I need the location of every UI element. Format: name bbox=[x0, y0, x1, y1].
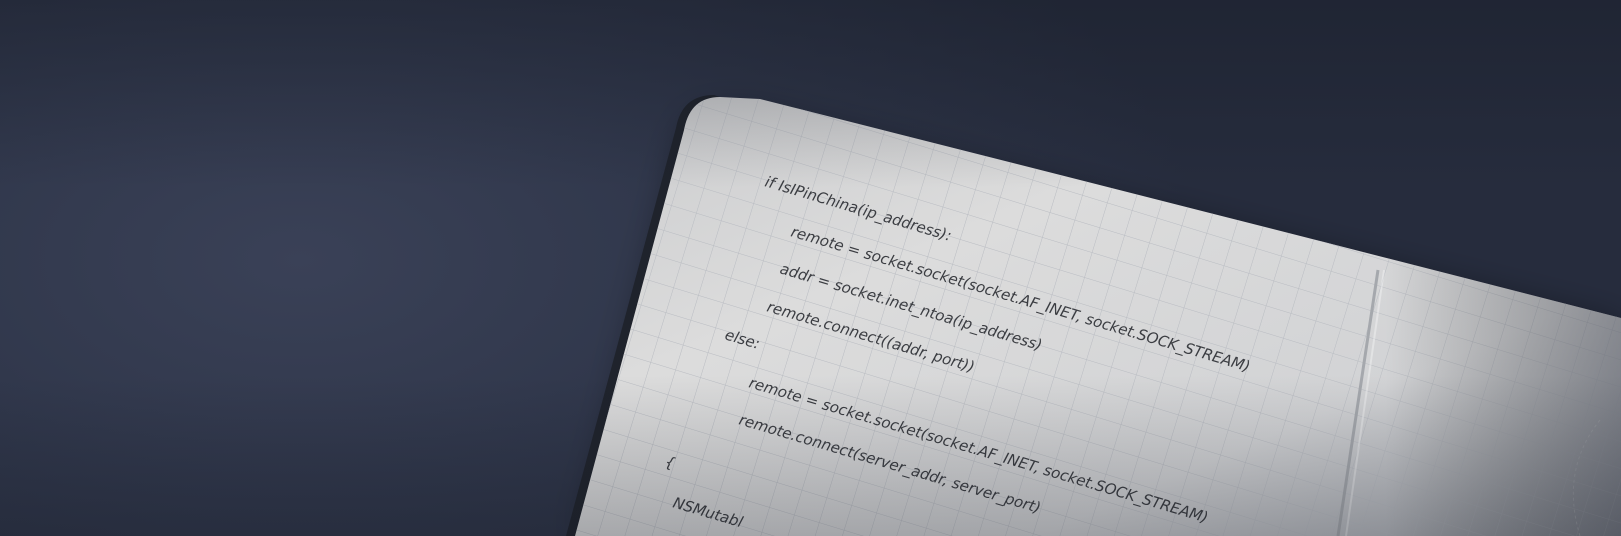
notebook: if IsIPinChina(ip_address): remote = soc… bbox=[0, 0, 1621, 536]
notebook-illustration: if IsIPinChina(ip_address): remote = soc… bbox=[566, 95, 1621, 536]
notebook-page bbox=[575, 97, 1621, 536]
photo-scene: if IsIPinChina(ip_address): remote = soc… bbox=[0, 0, 1621, 536]
